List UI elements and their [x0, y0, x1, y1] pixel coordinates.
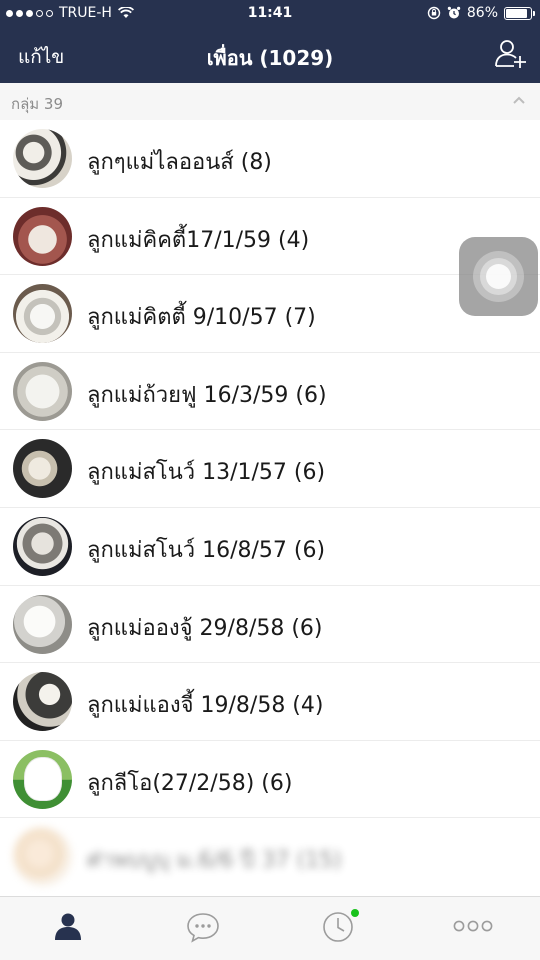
tab-bar — [0, 896, 540, 960]
avatar — [13, 361, 72, 421]
avatar — [13, 672, 72, 732]
tab-more[interactable] — [405, 897, 540, 960]
list-item[interactable]: ลูกแม่ถ้วยฟู 16/3/59 (6) — [0, 353, 540, 431]
group-name: ลูกๆแม่ไลออนส์ (8) — [87, 150, 272, 175]
assistive-touch-button[interactable] — [459, 237, 538, 316]
list-item[interactable]: ลูกแม่สโนว์ 16/8/57 (6) — [0, 508, 540, 586]
list-item[interactable]: ลูกแม่สโนว์ 13/1/57 (6) — [0, 430, 540, 508]
avatar — [13, 749, 72, 809]
group-name: ลูกแม่แองจี้ 19/8/58 (4) — [87, 693, 324, 719]
person-icon — [54, 913, 81, 940]
list-item[interactable]: ลูกลีโอ(27/2/58) (6) — [0, 741, 540, 819]
more-dots-icon — [453, 920, 492, 932]
avatar — [13, 129, 72, 188]
clock-icon — [322, 912, 353, 942]
tab-friends[interactable] — [0, 897, 135, 960]
status-bar: TRUE-H 11:41 86% — [0, 0, 540, 28]
avatar — [13, 284, 72, 344]
group-name: ลูกแม่คิตตี้ 9/10/57 (7) — [87, 305, 316, 331]
alarm-icon — [447, 6, 461, 19]
avatar — [13, 206, 72, 266]
avatar — [13, 827, 72, 887]
tab-timeline[interactable] — [270, 897, 405, 960]
list-item[interactable]: ลูกแม่อองจู้ 29/8/58 (6) — [0, 586, 540, 664]
new-badge — [351, 909, 359, 917]
group-name: ลูกแม่ถ้วยฟู 16/3/59 (6) — [87, 382, 327, 408]
battery-icon — [504, 6, 535, 20]
avatar — [13, 439, 72, 499]
status-right: 86% — [427, 5, 535, 21]
group-section-header[interactable]: กลุ่ม 39 — [0, 83, 540, 120]
group-list: ลูกๆแม่ไลออนส์ (8) ลูกแม่คิคตี้17/1/59 (… — [0, 120, 540, 896]
add-friend-icon[interactable] — [494, 36, 528, 70]
navigation-bar: แก้ไข เพื่อน (1029) — [0, 28, 540, 83]
group-name: ลูกแม่อองจู้ 29/8/58 (6) — [87, 615, 323, 641]
chat-bubble-icon — [186, 913, 219, 943]
avatar — [13, 516, 72, 576]
group-name: ลูกแม่สโนว์ 16/8/57 (6) — [87, 537, 326, 563]
battery-level-fill — [506, 8, 527, 18]
group-count-label: กลุ่ม 39 — [11, 95, 64, 113]
orientation-lock-icon — [427, 6, 441, 20]
page-title: เพื่อน (1029) — [206, 46, 334, 70]
list-item[interactable]: ลูกๆแม่ไลออนส์ (8) — [0, 120, 540, 198]
avatar — [13, 594, 72, 654]
group-name: ลูกแม่คิคตี้17/1/59 (4) — [87, 227, 310, 253]
group-name: ลูกแม่สโนว์ 13/1/57 (6) — [87, 460, 326, 486]
list-item[interactable]: ลูกแม่แองจี้ 19/8/58 (4) — [0, 663, 540, 741]
list-item[interactable]: ศ่าพบบูบุ ม.6/6 ปี 37 (15) — [0, 818, 540, 896]
group-name: ศ่าพบบูบุ ม.6/6 ปี 37 (15) — [87, 848, 342, 874]
battery-percent: 86% — [466, 5, 498, 21]
chevron-up-icon[interactable] — [512, 93, 526, 107]
group-name: ลูกลีโอ(27/2/58) (6) — [87, 770, 293, 796]
tab-chats[interactable] — [135, 897, 270, 960]
